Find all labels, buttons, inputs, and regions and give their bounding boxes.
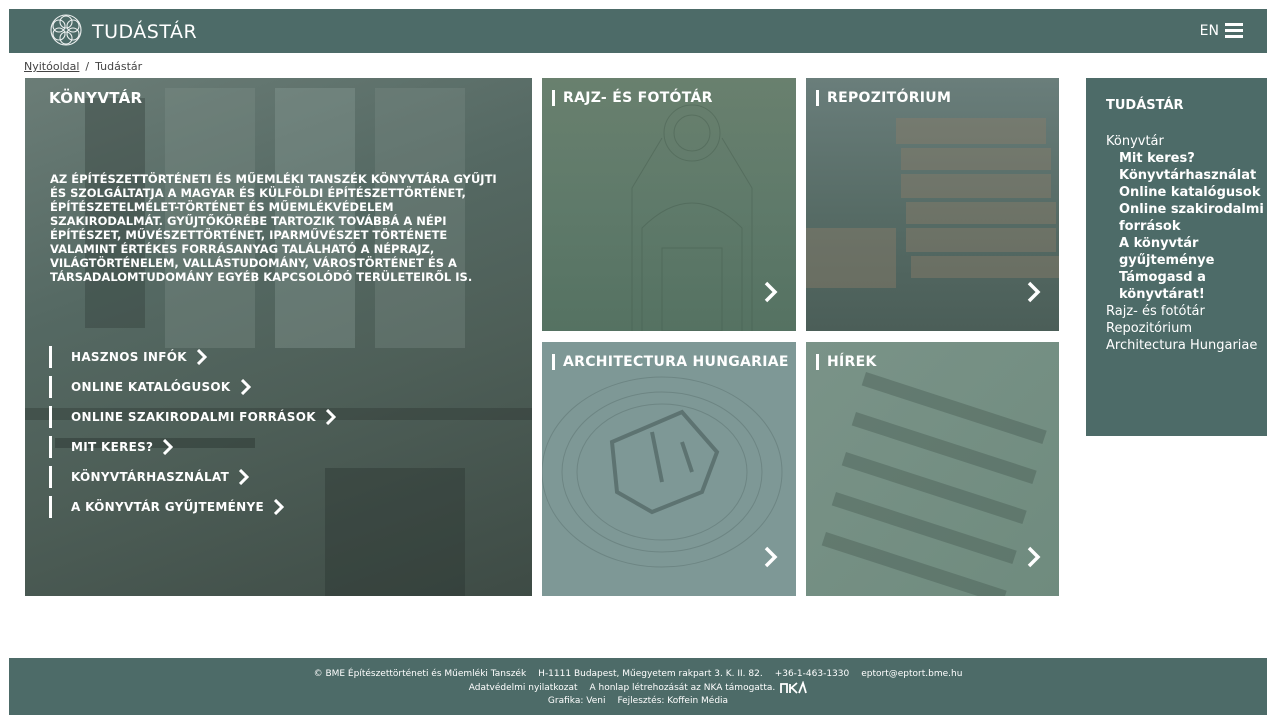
library-links: HASZNOS INFÓK ONLINE KATALÓGUSOK ONLINE …: [49, 346, 336, 526]
nka-logo-icon[interactable]: [779, 681, 808, 694]
manuscript-background-image: [821, 372, 1047, 596]
link-mit-keres[interactable]: MIT KERES?: [49, 436, 336, 458]
link-konyvtar-gyujtemenye[interactable]: A KÖNYVTÁR GYŰJTEMÉNYE: [49, 496, 336, 518]
link-online-katalogusok[interactable]: ONLINE KATALÓGUSOK: [49, 376, 336, 398]
sidebar-subitem-konyvtarhasznalat[interactable]: Könyvtárhasználat: [1106, 167, 1267, 184]
sidebar-heading[interactable]: TUDÁSTÁR: [1106, 98, 1267, 113]
link-label: MIT KERES?: [71, 440, 154, 454]
footer-copyright: © BME Építészettörténeti és Műemléki Tan…: [313, 669, 527, 679]
tile-repozitorium[interactable]: REPOZITÓRIUM: [806, 78, 1059, 331]
flower-logo-icon[interactable]: [49, 13, 83, 47]
footer-email[interactable]: eptort@eptort.bme.hu: [861, 669, 962, 679]
drawing-background-image: [631, 104, 753, 331]
footer-graphics: Grafika: Veni: [547, 696, 606, 706]
chevron-right-icon: [163, 439, 174, 455]
footer-phone[interactable]: +36-1-463-1330: [775, 669, 850, 679]
chevron-right-icon: [239, 469, 250, 485]
sidebar-subitem-konyvtar-gyujtemenye[interactable]: A könyvtár gyűjteménye: [1106, 235, 1267, 269]
chevron-right-icon: [240, 379, 251, 395]
chevron-right-icon: [325, 409, 336, 425]
footer-contact-line: © BME Építészettörténeti és Műemléki Tan…: [9, 668, 1267, 681]
footer-support-text: A honlap létrehozását az NKA támogatta.: [589, 683, 776, 693]
breadcrumb: Nyitóoldal / Tudástár: [24, 60, 142, 73]
language-switch[interactable]: EN: [1200, 23, 1219, 39]
chevron-right-icon: [1027, 281, 1041, 303]
tile-title: ARCHITECTURA HUNGARIAE: [552, 354, 789, 370]
link-online-szakirodalmi-forrasok[interactable]: ONLINE SZAKIRODALMI FORRÁSOK: [49, 406, 336, 428]
chevron-right-icon: [764, 281, 778, 303]
footer-legal-line: Adatvédelmi nyilatkozat A honlap létrehoz…: [9, 681, 1267, 695]
link-label: KÖNYVTÁRHASZNÁLAT: [71, 470, 230, 484]
sidebar-nav: TUDÁSTÁR Könyvtár Mit keres? Könyvtárhas…: [1086, 78, 1267, 436]
link-hasznos-infok[interactable]: HASZNOS INFÓK: [49, 346, 336, 368]
tile-rajz-fototar[interactable]: RAJZ- ÉS FOTÓTÁR: [542, 78, 796, 331]
site-title[interactable]: TUDÁSTÁR: [92, 21, 197, 43]
library-title[interactable]: KÖNYVTÁR: [49, 90, 142, 106]
library-description: AZ ÉPÍTÉSZETTÖRTÉNETI ÉS MŰEMLÉKI TANSZÉ…: [50, 172, 497, 284]
footer-dev[interactable]: Fejlesztés: Koffein Média: [617, 696, 728, 706]
tile-title: RAJZ- ÉS FOTÓTÁR: [552, 90, 713, 106]
sidebar-item-rajz-fototar[interactable]: Rajz- és fotótár: [1106, 303, 1267, 320]
sidebar-item-architectura-hungariae[interactable]: Architectura Hungariae: [1106, 337, 1267, 354]
link-label: A KÖNYVTÁR GYŰJTEMÉNYE: [71, 500, 264, 514]
tile-hirek[interactable]: HÍREK: [806, 342, 1059, 596]
chevron-right-icon: [764, 546, 778, 568]
chevron-right-icon: [273, 499, 284, 515]
tile-architectura-hungariae[interactable]: ARCHITECTURA HUNGARIAE: [542, 342, 796, 596]
link-label: ONLINE KATALÓGUSOK: [71, 380, 231, 394]
chevron-right-icon: [1027, 546, 1041, 568]
sidebar-item-repozitorium[interactable]: Repozitórium: [1106, 320, 1267, 337]
books-background-image: [806, 118, 1059, 288]
footer-credits-line: Grafika: Veni Fejlesztés: Koffein Média: [9, 695, 1267, 708]
breadcrumb-current: Tudástár: [95, 60, 143, 73]
top-navbar: TUDÁSTÁR EN: [9, 9, 1267, 53]
breadcrumb-home-link[interactable]: Nyitóoldal: [24, 60, 79, 73]
tile-title: REPOZITÓRIUM: [816, 90, 951, 106]
hamburger-menu-icon[interactable]: [1225, 23, 1243, 38]
map-background-image: [542, 376, 783, 568]
footer-address: H-1111 Budapest, Műegyetem rakpart 3. K.…: [538, 669, 763, 679]
link-konyvtarhasznalat[interactable]: KÖNYVTÁRHASZNÁLAT: [49, 466, 336, 488]
library-tile: KÖNYVTÁR AZ ÉPÍTÉSZETTÖRTÉNETI ÉS MŰEMLÉ…: [25, 78, 532, 596]
breadcrumb-separator: /: [85, 60, 90, 73]
sidebar-subitem-mit-keres[interactable]: Mit keres?: [1106, 150, 1267, 167]
footer-privacy-link[interactable]: Adatvédelmi nyilatkozat: [469, 683, 578, 693]
link-label: ONLINE SZAKIRODALMI FORRÁSOK: [71, 410, 316, 424]
sidebar-item-konyvtar[interactable]: Könyvtár: [1106, 133, 1267, 150]
sidebar-subitem-tamogasd[interactable]: Támogasd a könyvtárat!: [1106, 269, 1267, 303]
sidebar-subitem-online-szakirodalmi-forrasok[interactable]: Online szakirodalmi források: [1106, 201, 1267, 235]
chevron-right-icon: [196, 349, 207, 365]
footer: © BME Építészettörténeti és Műemléki Tan…: [9, 658, 1267, 715]
sidebar-subitem-online-katalogusok[interactable]: Online katalógusok: [1106, 184, 1267, 201]
tile-title: HÍREK: [816, 354, 877, 370]
link-label: HASZNOS INFÓK: [71, 350, 187, 364]
